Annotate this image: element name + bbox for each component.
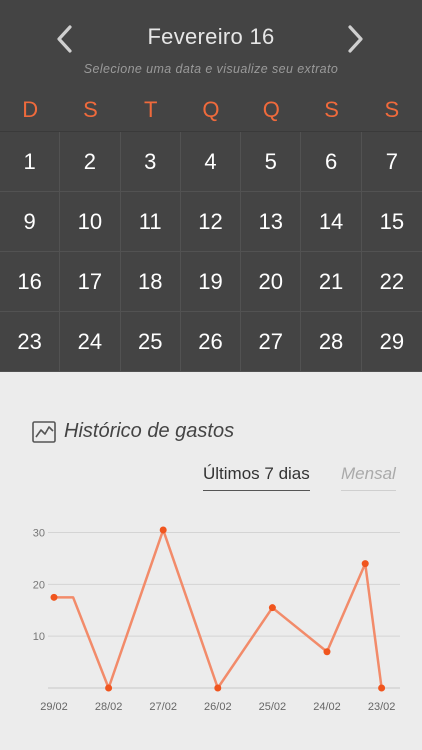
data-point [50,593,58,601]
weekday-label: D [22,97,39,122]
y-tick-label: 20 [33,579,45,591]
weekday-label: S [83,97,98,122]
calendar-subtitle: Selecione uma data e visualize seu extra… [83,62,339,76]
weekday-header: D S T Q Q S S [0,88,422,132]
x-tick-label: 26/02 [204,701,232,713]
calendar-day[interactable]: 23 [0,312,61,372]
calendar-day[interactable]: 21 [301,252,362,312]
calendar: Fevereiro 16 Selecione uma data e visual… [0,0,422,372]
x-tick-label: 27/02 [149,701,177,713]
next-month-button[interactable] [340,22,370,56]
calendar-day[interactable]: 3 [120,132,181,192]
calendar-day[interactable]: 1 [0,132,61,192]
calendar-day-grid: 1 2 3 4 5 6 7 9 10 11 12 13 14 15 16 17 … [0,132,422,372]
calendar-day[interactable]: 6 [301,132,362,192]
calendar-day[interactable]: 16 [0,252,61,312]
data-point [159,526,167,534]
weekday-label: S [324,97,339,122]
tab-last-7-days[interactable]: Últimos 7 dias [203,464,310,491]
x-tick-label: 28/02 [95,701,123,713]
tab-monthly[interactable]: Mensal [341,464,396,491]
spending-line-chart: 10 20 30 29/02 28/02 27/02 26/02 25/02 24/02 23/0… [33,526,400,713]
calendar-header: Fevereiro 16 Selecione uma data e visual… [0,0,422,88]
x-tick-label: 29/02 [40,701,68,713]
data-point [323,648,331,656]
calendar-day[interactable]: 9 [0,192,61,252]
calendar-day[interactable]: 20 [241,252,302,312]
calendar-day[interactable]: 27 [241,312,302,372]
calendar-day[interactable]: 17 [60,252,121,312]
calendar-day[interactable]: 14 [301,192,362,252]
x-tick-label: 24/02 [313,701,341,713]
calendar-day[interactable]: 5 [241,132,302,192]
calendar-day[interactable]: 26 [180,312,242,372]
calendar-day[interactable]: 7 [361,132,422,192]
x-tick-label: 23/02 [368,701,396,713]
calendar-day[interactable]: 13 [241,192,302,252]
calendar-day[interactable]: 12 [180,192,242,252]
data-point [378,684,386,692]
calendar-day[interactable]: 28 [301,312,362,372]
calendar-day[interactable]: 2 [60,132,121,192]
weekday-label: S [384,97,400,122]
calendar-day[interactable]: 15 [361,192,422,252]
calendar-day[interactable]: 22 [361,252,422,312]
calendar-day[interactable]: 25 [120,312,181,372]
calendar-day[interactable]: 19 [180,252,242,312]
x-tick-label: 25/02 [259,701,287,713]
calendar-day[interactable]: 18 [120,252,181,312]
chevron-right-icon [348,25,363,53]
calendar-day[interactable]: 29 [361,312,422,372]
y-tick-label: 10 [33,631,45,643]
panel-title: Histórico de gastos [64,420,235,442]
weekday-label: Q [202,97,220,122]
calendar-day[interactable]: 11 [120,192,181,252]
line-chart-icon [32,420,56,443]
calendar-day[interactable]: 10 [60,192,121,252]
data-point [214,684,222,692]
y-tick-label: 30 [33,528,45,540]
calendar-day[interactable]: 24 [60,312,121,372]
panel-header: Histórico de gastos [32,420,234,443]
weekday-label: T [143,97,158,122]
series-line [54,528,383,690]
data-point [268,604,276,612]
data-point [105,684,113,692]
data-point [361,560,369,568]
calendar-day[interactable]: 4 [180,132,242,192]
spending-history-panel: Histórico de gastos Últimos 7 dias Mensa… [0,372,422,750]
weekday-label: Q [262,97,280,122]
